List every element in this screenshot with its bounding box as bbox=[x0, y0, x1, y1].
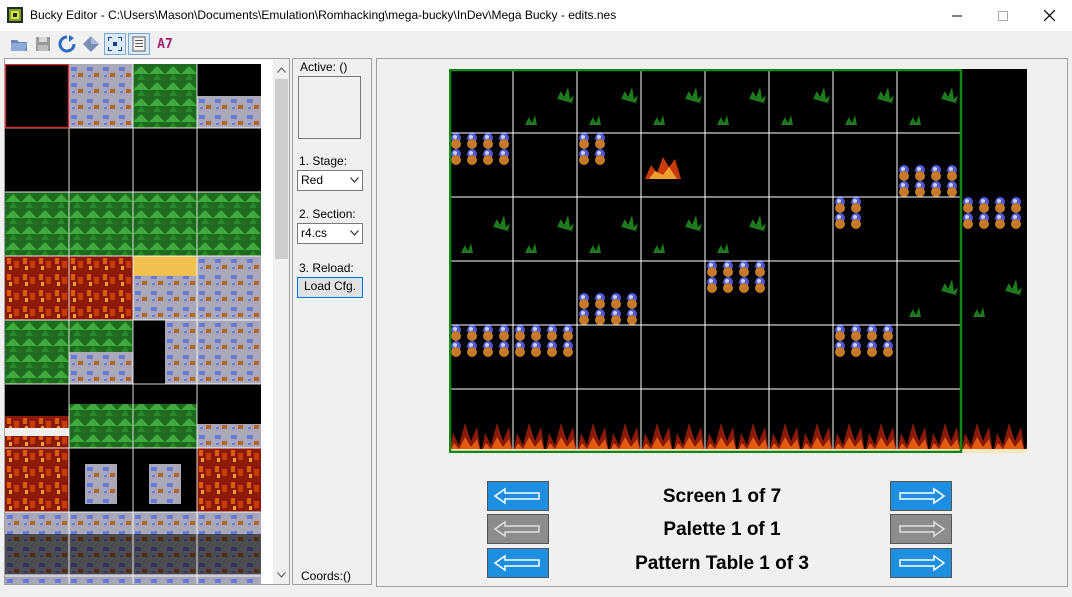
refresh-icon bbox=[58, 35, 76, 53]
screen-label: Screen 1 of 7 bbox=[662, 486, 782, 507]
maximize-button[interactable] bbox=[980, 0, 1026, 31]
active-label: Active: () bbox=[300, 60, 348, 74]
page-button[interactable] bbox=[128, 33, 150, 55]
close-icon bbox=[1043, 10, 1055, 21]
screen-map[interactable] bbox=[449, 69, 1027, 453]
tile-scrollbar[interactable] bbox=[273, 59, 289, 584]
arrow-right-icon bbox=[890, 514, 952, 544]
diamond-button[interactable] bbox=[80, 33, 102, 55]
diamond-icon bbox=[83, 36, 99, 52]
pattern-prev-button[interactable] bbox=[487, 548, 549, 578]
grid-toggle-button[interactable] bbox=[104, 33, 126, 55]
section-label: 2. Section: bbox=[299, 207, 356, 221]
arrow-left-icon bbox=[487, 514, 549, 544]
toolbar: A7 bbox=[0, 31, 1072, 57]
tile-palette-panel bbox=[4, 58, 290, 585]
arrow-right-icon bbox=[890, 481, 952, 511]
arrow-right-icon bbox=[890, 548, 952, 578]
hex-value-display[interactable]: A7 bbox=[152, 33, 178, 55]
hex-value: A7 bbox=[157, 36, 173, 52]
palette-next-button[interactable] bbox=[890, 514, 952, 544]
chevron-up-icon bbox=[277, 66, 286, 73]
section-select[interactable]: r4.cs bbox=[297, 223, 363, 244]
screen-next-button[interactable] bbox=[890, 481, 952, 511]
title-bar: Bucky Editor - C:\Users\Mason\Documents\… bbox=[0, 0, 1072, 31]
app-icon bbox=[7, 7, 23, 23]
load-config-button[interactable]: Load Cfg. bbox=[297, 277, 363, 298]
active-tile-preview bbox=[298, 76, 361, 139]
pattern-label: Pattern Table 1 of 3 bbox=[635, 553, 809, 574]
scroll-thumb[interactable] bbox=[275, 79, 288, 259]
stage-value: Red bbox=[301, 173, 324, 187]
stage-label: 1. Stage: bbox=[299, 154, 348, 168]
window-title: Bucky Editor - C:\Users\Mason\Documents\… bbox=[30, 8, 617, 22]
controls-panel: Active: () 1. Stage: Red 2. Section: r4.… bbox=[292, 58, 372, 585]
grid-icon bbox=[108, 37, 122, 51]
screen-prev-button[interactable] bbox=[487, 481, 549, 511]
coords-label: Coords:() bbox=[301, 569, 352, 583]
section-value: r4.cs bbox=[301, 226, 328, 240]
chevron-down-icon bbox=[350, 177, 359, 183]
save-button[interactable] bbox=[32, 33, 54, 55]
screen-viewer-panel: Screen 1 of 7 Palette 1 of 1 Pattern Tab… bbox=[376, 58, 1068, 587]
pattern-next-button[interactable] bbox=[890, 548, 952, 578]
palette-prev-button[interactable] bbox=[487, 514, 549, 544]
minimize-button[interactable] bbox=[934, 0, 980, 31]
page-icon bbox=[132, 36, 146, 52]
reload-label: 3. Reload: bbox=[299, 261, 354, 275]
chevron-down-icon bbox=[350, 230, 359, 236]
minimize-icon bbox=[952, 15, 962, 16]
scroll-up-arrow[interactable] bbox=[273, 61, 289, 78]
arrow-left-icon bbox=[487, 548, 549, 578]
maximize-icon bbox=[998, 10, 1008, 21]
chevron-down-icon bbox=[277, 571, 286, 578]
close-button[interactable] bbox=[1026, 0, 1072, 31]
stage-select[interactable]: Red bbox=[297, 170, 363, 191]
tile-grid[interactable] bbox=[5, 64, 261, 584]
refresh-button[interactable] bbox=[56, 33, 78, 55]
scroll-down-arrow[interactable] bbox=[273, 566, 289, 583]
open-button[interactable] bbox=[8, 33, 30, 55]
arrow-left-icon bbox=[487, 481, 549, 511]
save-icon bbox=[36, 37, 50, 51]
open-icon bbox=[11, 40, 27, 51]
palette-label: Palette 1 of 1 bbox=[663, 519, 781, 540]
